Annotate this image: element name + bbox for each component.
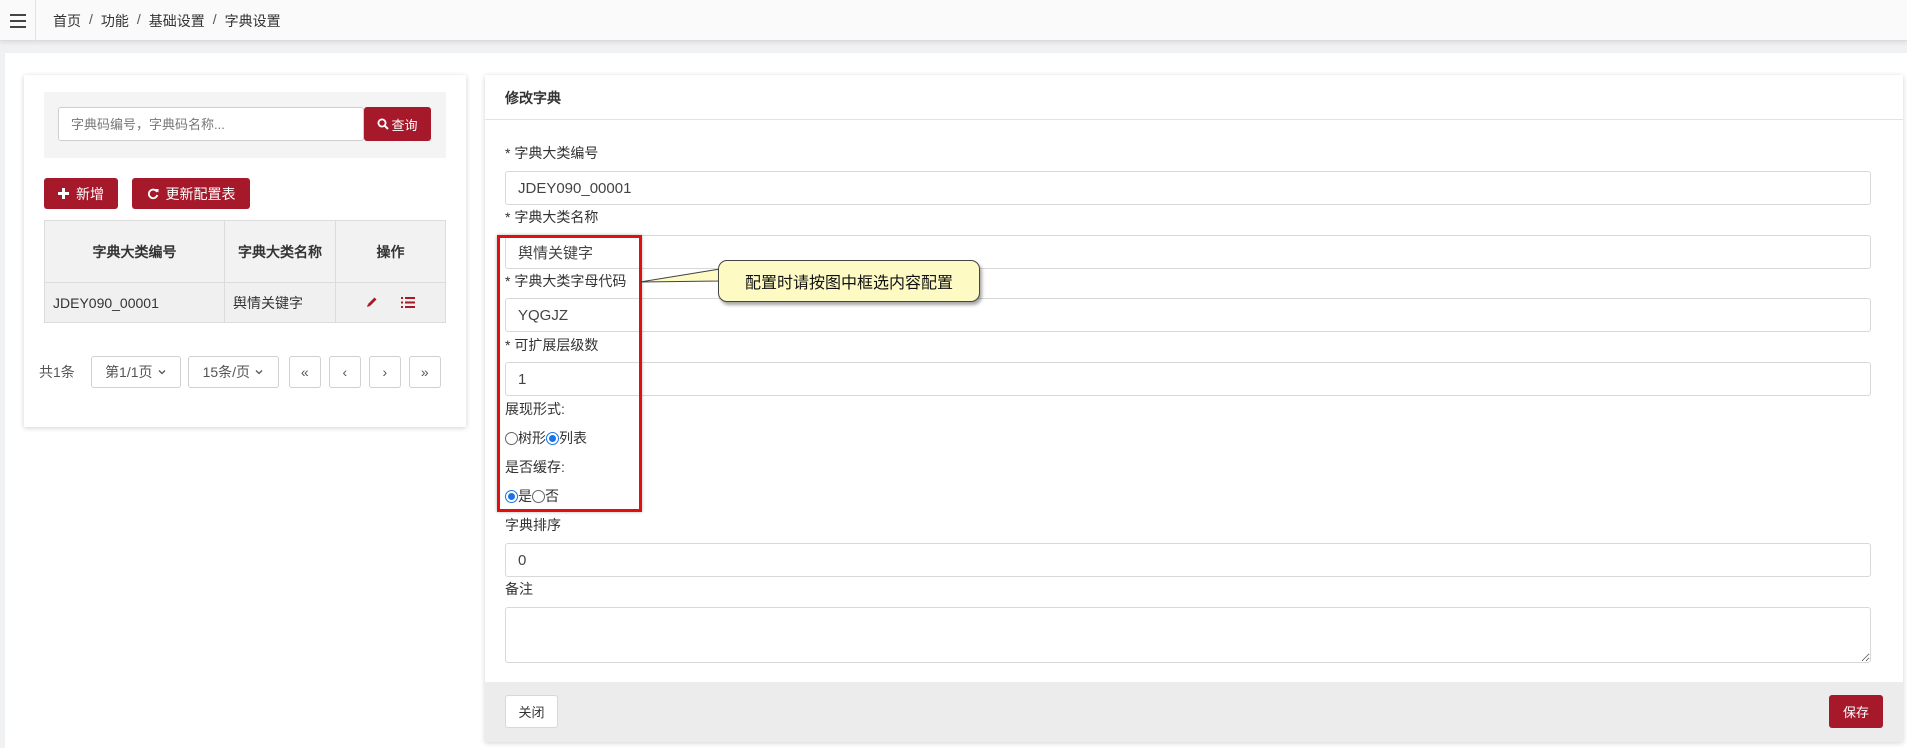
first-page-button[interactable]: « [288, 356, 321, 388]
search-button[interactable]: 查询 [364, 107, 431, 141]
page-size-select[interactable]: 15条/页 [187, 356, 279, 388]
radio-cache-no-label: 否 [545, 488, 559, 504]
column-header-name: 字典大类名称 [224, 220, 336, 283]
column-header-code: 字典大类编号 [44, 220, 225, 283]
search-icon [377, 118, 390, 130]
add-button-label: 新增 [76, 185, 104, 202]
code-field[interactable] [505, 171, 1871, 205]
callout-pointer [640, 268, 722, 283]
refresh-button-label: 更新配置表 [165, 185, 236, 202]
radio-list[interactable] [546, 431, 559, 445]
letter-code-field[interactable] [505, 298, 1871, 332]
page-size-label: 15条/页 [202, 364, 251, 380]
page-select-label: 第1/1页 [105, 364, 153, 380]
plus-icon [58, 188, 69, 199]
refresh-icon [147, 188, 158, 199]
display-form-radio-group: 树形 列表 [505, 428, 587, 448]
breadcrumb: 首页 / 功能 / 基础设置 / 字典设置 [53, 11, 281, 31]
last-page-button[interactable]: » [408, 356, 441, 388]
remark-label: 备注 [505, 581, 533, 597]
next-page-button[interactable]: › [368, 356, 401, 388]
form-title: 修改字典 [485, 75, 1903, 120]
radio-tree-label: 树形 [518, 430, 546, 446]
top-bar: 首页 / 功能 / 基础设置 / 字典设置 [0, 0, 1907, 41]
dictionary-list-panel: 查询 新增 更新配置表 字典大类编号 字典大类名称 操作 JDEY090_000… [24, 75, 466, 427]
letter-code-label: * 字典大类字母代码 [505, 273, 627, 289]
breadcrumb-separator: / [212, 11, 217, 27]
table-header-row: 字典大类编号 字典大类名称 操作 [44, 220, 446, 283]
order-label: 字典排序 [505, 517, 561, 533]
search-input[interactable] [58, 107, 364, 141]
close-button[interactable]: 关闭 [505, 695, 558, 728]
cell-code: JDEY090_00001 [44, 282, 225, 323]
edit-dictionary-panel: 修改字典 * 字典大类编号 * 字典大类名称 * 字典大类字母代码 * 可扩展层… [485, 75, 1903, 742]
breadcrumb-separator: / [136, 11, 141, 27]
breadcrumb-item-home[interactable]: 首页 [53, 11, 81, 31]
order-field[interactable] [505, 543, 1871, 577]
breadcrumb-item-basic-settings[interactable]: 基础设置 [149, 11, 205, 31]
cell-name: 舆情关键字 [224, 282, 336, 323]
levels-label: * 可扩展层级数 [505, 337, 599, 353]
cache-radio-group: 是 否 [505, 486, 559, 506]
chevron-down-icon [158, 370, 165, 375]
radio-list-label: 列表 [559, 430, 587, 446]
search-button-label: 查询 [391, 117, 418, 133]
annotation-callout: 配置时请按图中框选内容配置 [718, 260, 980, 302]
hamburger-menu-icon[interactable] [0, 0, 36, 41]
add-button[interactable]: 新增 [44, 178, 118, 209]
search-bar: 查询 [44, 92, 446, 158]
cell-actions [335, 282, 446, 323]
name-field[interactable] [505, 235, 1871, 269]
table-row[interactable]: JDEY090_00001 舆情关键字 [44, 282, 446, 323]
prev-page-button[interactable]: ‹ [328, 356, 361, 388]
column-header-actions: 操作 [335, 220, 446, 283]
radio-tree[interactable] [505, 431, 518, 445]
save-button[interactable]: 保存 [1829, 695, 1883, 728]
form-footer: 关闭 保存 [485, 682, 1903, 742]
dictionary-table: 字典大类编号 字典大类名称 操作 JDEY090_00001 舆情关键字 [44, 220, 446, 323]
pagination: 共1条 第1/1页 15条/页 « ‹ › » [39, 356, 441, 388]
cache-label: 是否缓存: [505, 459, 565, 475]
breadcrumb-separator: / [89, 11, 93, 27]
chevron-down-icon [255, 370, 263, 375]
page-select[interactable]: 第1/1页 [90, 356, 181, 388]
code-label: * 字典大类编号 [505, 145, 599, 161]
radio-cache-yes[interactable] [505, 489, 518, 503]
edit-pencil-icon[interactable] [366, 295, 378, 311]
display-form-label: 展现形式: [505, 401, 565, 417]
breadcrumb-item-dict-settings: 字典设置 [224, 13, 281, 29]
refresh-config-button[interactable]: 更新配置表 [132, 178, 250, 209]
list-icon[interactable] [401, 295, 416, 311]
radio-cache-no[interactable] [532, 489, 545, 503]
breadcrumb-item-function[interactable]: 功能 [101, 11, 129, 31]
radio-cache-yes-label: 是 [518, 488, 532, 504]
name-label: * 字典大类名称 [505, 209, 599, 225]
remark-field[interactable] [505, 607, 1871, 663]
pagination-total: 共1条 [39, 364, 75, 380]
levels-field[interactable] [505, 362, 1871, 396]
